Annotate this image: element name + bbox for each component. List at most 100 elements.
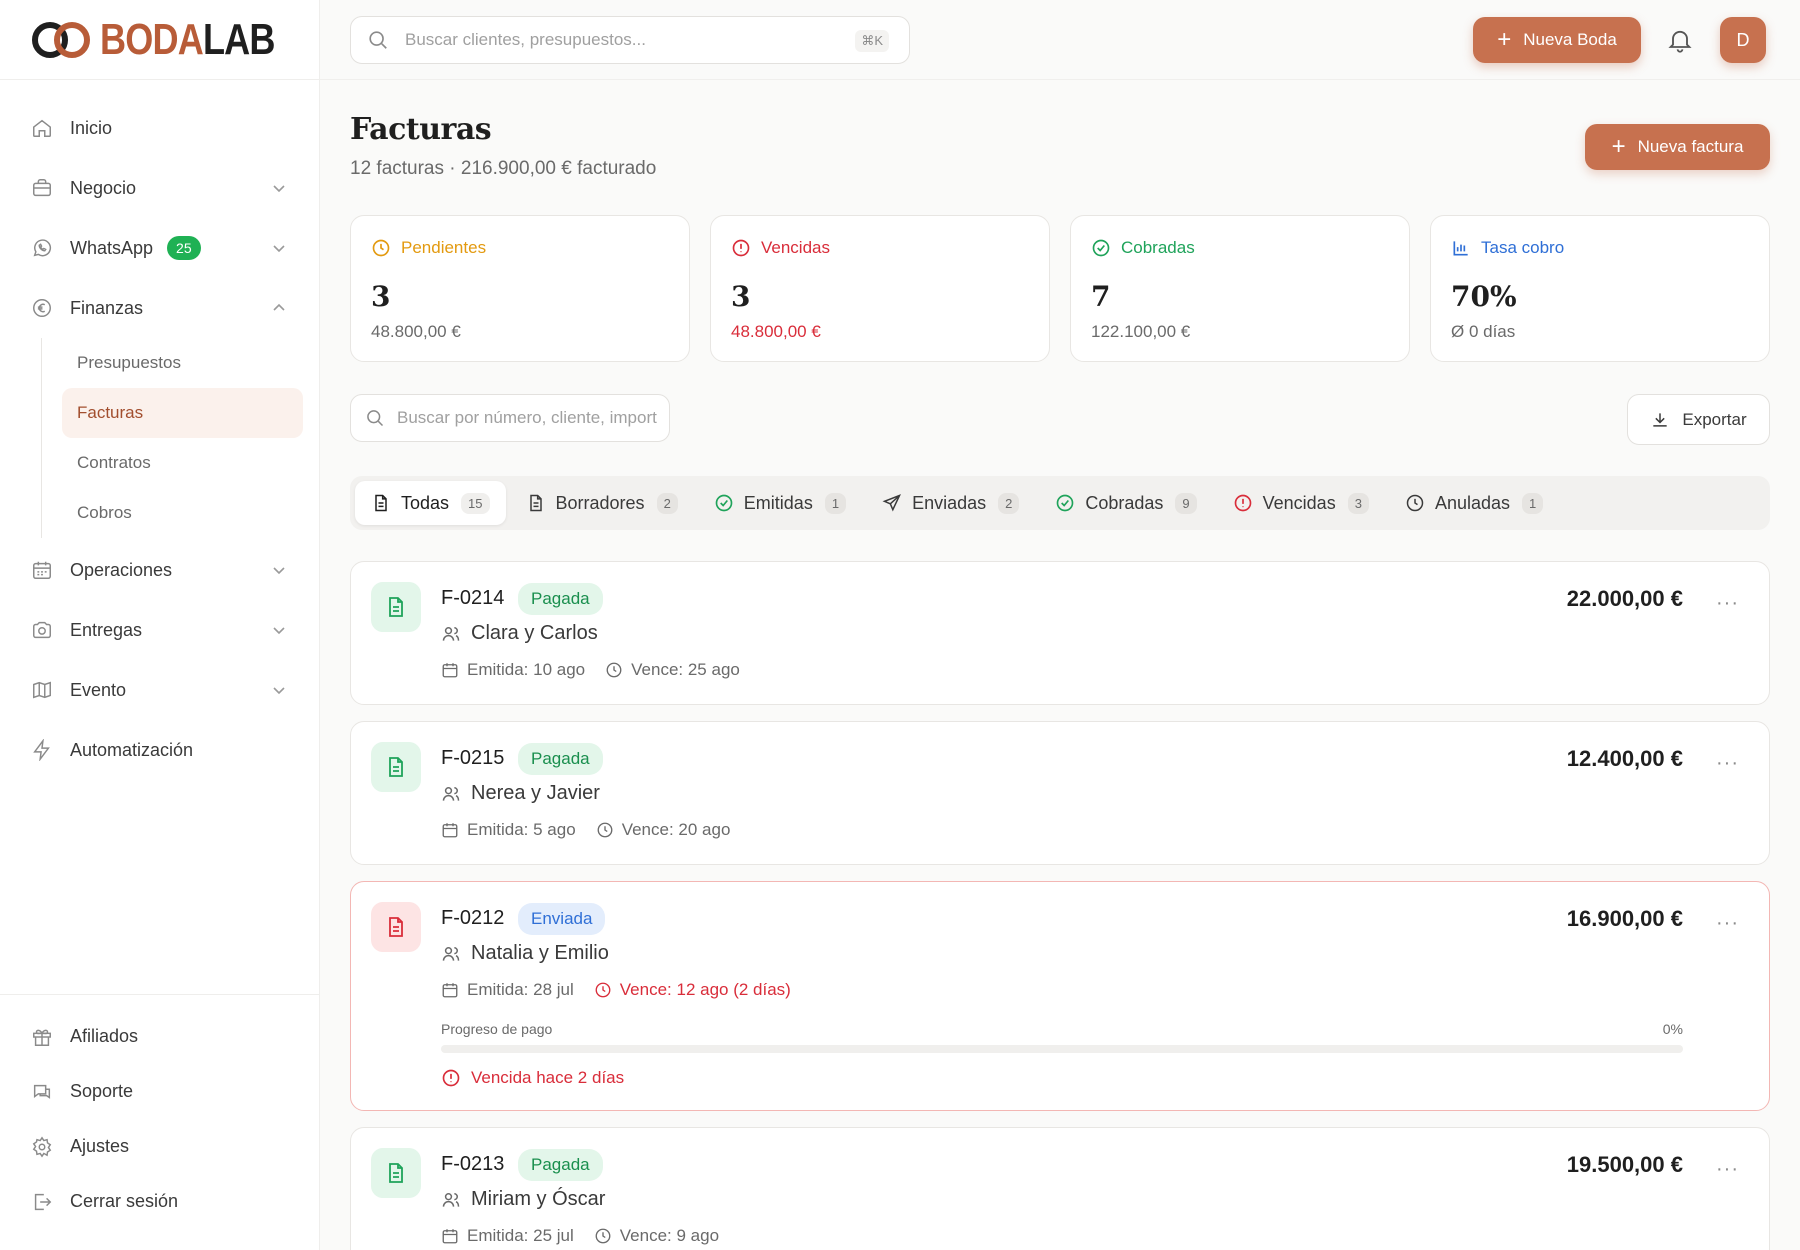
- sidebar-subitem-cobros[interactable]: Cobros: [62, 488, 303, 538]
- page-title: Facturas: [350, 112, 492, 147]
- chevron-down-icon[interactable]: [271, 682, 287, 698]
- invoice-dates: Emitida: 5 ago Vence: 20 ago: [441, 820, 730, 840]
- invoice-file-icon: [371, 1148, 421, 1198]
- alert-circle-icon: [442, 1069, 460, 1087]
- document-icon: [529, 494, 542, 512]
- invoice-number[interactable]: F-0212: [441, 907, 504, 930]
- users-icon: [442, 946, 460, 961]
- sidebar-item-operaciones[interactable]: Operaciones: [0, 540, 319, 600]
- stat-card-pendientes[interactable]: Pendientes 3 48.800,00 €: [350, 215, 690, 362]
- gear-icon: [30, 1135, 54, 1159]
- sidebar-subitem-contratos[interactable]: Contratos: [62, 438, 303, 488]
- invoice-file-icon: [371, 742, 421, 792]
- sidebar-item-entregas[interactable]: Entregas: [0, 600, 319, 660]
- calendar-icon: [442, 1229, 458, 1244]
- export-label: Exportar: [1682, 409, 1747, 429]
- clock-icon: [595, 1228, 611, 1244]
- stat-value: 3: [731, 280, 751, 313]
- invoice-search-input[interactable]: [397, 408, 657, 428]
- invoice-number[interactable]: F-0213: [441, 1153, 504, 1176]
- issued-date: Emitida: 25 jul: [467, 1226, 574, 1245]
- tab-cobradas[interactable]: Cobradas 9: [1039, 481, 1212, 525]
- new-wedding-label: Nueva Boda: [1523, 30, 1617, 49]
- more-options-icon[interactable]: ···: [1716, 912, 1739, 935]
- invoice-card[interactable]: F-0214 Pagada Clara y Carlos Emitida: 10…: [350, 561, 1770, 705]
- tab-borradores[interactable]: Borradores 2: [510, 481, 694, 525]
- more-options-icon[interactable]: ···: [1716, 1158, 1739, 1181]
- stat-card-tasa-cobro[interactable]: Tasa cobro 70% Ø 0 días: [1430, 215, 1770, 362]
- tab-vencidas[interactable]: Vencidas 3: [1217, 481, 1385, 525]
- calendar-icon: [442, 823, 458, 838]
- client-name: Nerea y Javier: [471, 782, 600, 804]
- chevron-down-icon[interactable]: [271, 240, 287, 256]
- stat-value: 7: [1091, 280, 1111, 313]
- sidebar-bottom-nav: Afiliados Soporte Ajustes Cerrar sesión: [0, 994, 319, 1229]
- sidebar-subitem-presupuestos[interactable]: Presupuestos: [62, 338, 303, 388]
- alert-circle-icon: [732, 239, 750, 257]
- sidebar-item-afiliados[interactable]: Afiliados: [0, 1009, 319, 1064]
- invoice-number[interactable]: F-0215: [441, 747, 504, 770]
- invoice-number[interactable]: F-0214: [441, 587, 504, 610]
- stat-card-vencidas[interactable]: Vencidas 3 48.800,00 €: [710, 215, 1050, 362]
- avatar[interactable]: D: [1720, 17, 1766, 63]
- plus-icon: +: [1611, 133, 1626, 160]
- invoice-card-overdue[interactable]: F-0212 Enviada Natalia y Emilio Emitida:…: [350, 881, 1770, 1111]
- sidebar-item-label: Inicio: [70, 117, 113, 138]
- invoice-card[interactable]: F-0213 Pagada Miriam y Óscar Emitida: 25…: [350, 1127, 1770, 1250]
- chevron-down-icon[interactable]: [271, 622, 287, 638]
- global-search-input[interactable]: [405, 30, 835, 50]
- tab-anuladas[interactable]: Anuladas 1: [1389, 481, 1559, 525]
- client-name: Natalia y Emilio: [471, 942, 609, 964]
- sidebar-item-evento[interactable]: Evento: [0, 660, 319, 720]
- more-options-icon[interactable]: ···: [1716, 592, 1739, 615]
- tab-label: Borradores: [555, 492, 645, 513]
- sidebar-item-label: Negocio: [70, 177, 137, 198]
- tab-label: Emitidas: [743, 492, 813, 513]
- global-search[interactable]: ⌘K: [350, 16, 910, 64]
- due-date-wrap: Vence: 25 ago: [605, 660, 740, 680]
- check-circle-icon: [715, 494, 733, 512]
- more-options-icon[interactable]: ···: [1716, 752, 1739, 775]
- clock-icon: [372, 239, 390, 257]
- page-subtitle: 12 facturas · 216.900,00 € facturado: [350, 158, 657, 179]
- sidebar-item-automatizacion[interactable]: Automatización: [0, 720, 319, 780]
- bell-icon[interactable]: [1666, 26, 1694, 54]
- sidebar-item-inicio[interactable]: Inicio: [0, 98, 319, 158]
- status-badge: Pagada: [518, 583, 603, 615]
- plus-icon: +: [1497, 26, 1512, 53]
- invoice-client: Miriam y Óscar: [441, 1188, 605, 1211]
- whatsapp-icon: [30, 236, 54, 260]
- tab-emitidas[interactable]: Emitidas 1: [698, 481, 862, 525]
- tab-count: 2: [656, 492, 678, 514]
- sidebar-subitem-facturas[interactable]: Facturas: [62, 388, 303, 438]
- invoice-search[interactable]: [350, 394, 670, 442]
- invoice-card[interactable]: F-0215 Pagada Nerea y Javier Emitida: 5 …: [350, 721, 1770, 865]
- export-button[interactable]: Exportar: [1627, 394, 1770, 445]
- stat-card-cobradas[interactable]: Cobradas 7 122.100,00 €: [1070, 215, 1410, 362]
- sidebar-item-label: WhatsApp: [70, 237, 154, 258]
- new-wedding-button[interactable]: + Nueva Boda: [1473, 17, 1641, 63]
- chevron-down-icon[interactable]: [271, 562, 287, 578]
- chevron-down-icon[interactable]: [271, 180, 287, 196]
- sidebar-item-ajustes[interactable]: Ajustes: [0, 1119, 319, 1174]
- sidebar-item-label: Entregas: [70, 619, 143, 640]
- status-badge: Enviada: [518, 903, 606, 935]
- logo[interactable]: BODALAB: [0, 0, 319, 80]
- sidebar-item-finanzas[interactable]: Finanzas: [0, 278, 319, 338]
- sidebar-item-cerrar-sesion[interactable]: Cerrar sesión: [0, 1174, 319, 1229]
- tab-count: 15: [461, 492, 490, 514]
- tab-todas[interactable]: Todas 15: [355, 481, 506, 525]
- tab-enviadas[interactable]: Enviadas 2: [866, 481, 1035, 525]
- due-date: Vence: 20 ago: [621, 820, 731, 839]
- invoice-client: Clara y Carlos: [441, 622, 598, 645]
- new-invoice-button[interactable]: + Nueva factura: [1585, 124, 1770, 170]
- sidebar-item-whatsapp[interactable]: WhatsApp 25: [0, 218, 319, 278]
- invoice-amount: 16.900,00 €: [1566, 906, 1683, 931]
- logo-text: BODALAB: [100, 14, 275, 64]
- chevron-up-icon[interactable]: [271, 300, 287, 316]
- due-date-wrap: Vence: 9 ago: [594, 1226, 719, 1246]
- due-date-wrap: Vence: 12 ago (2 días): [594, 980, 791, 1000]
- search-icon: [369, 31, 387, 49]
- sidebar-item-negocio[interactable]: Negocio: [0, 158, 319, 218]
- sidebar-item-soporte[interactable]: Soporte: [0, 1064, 319, 1119]
